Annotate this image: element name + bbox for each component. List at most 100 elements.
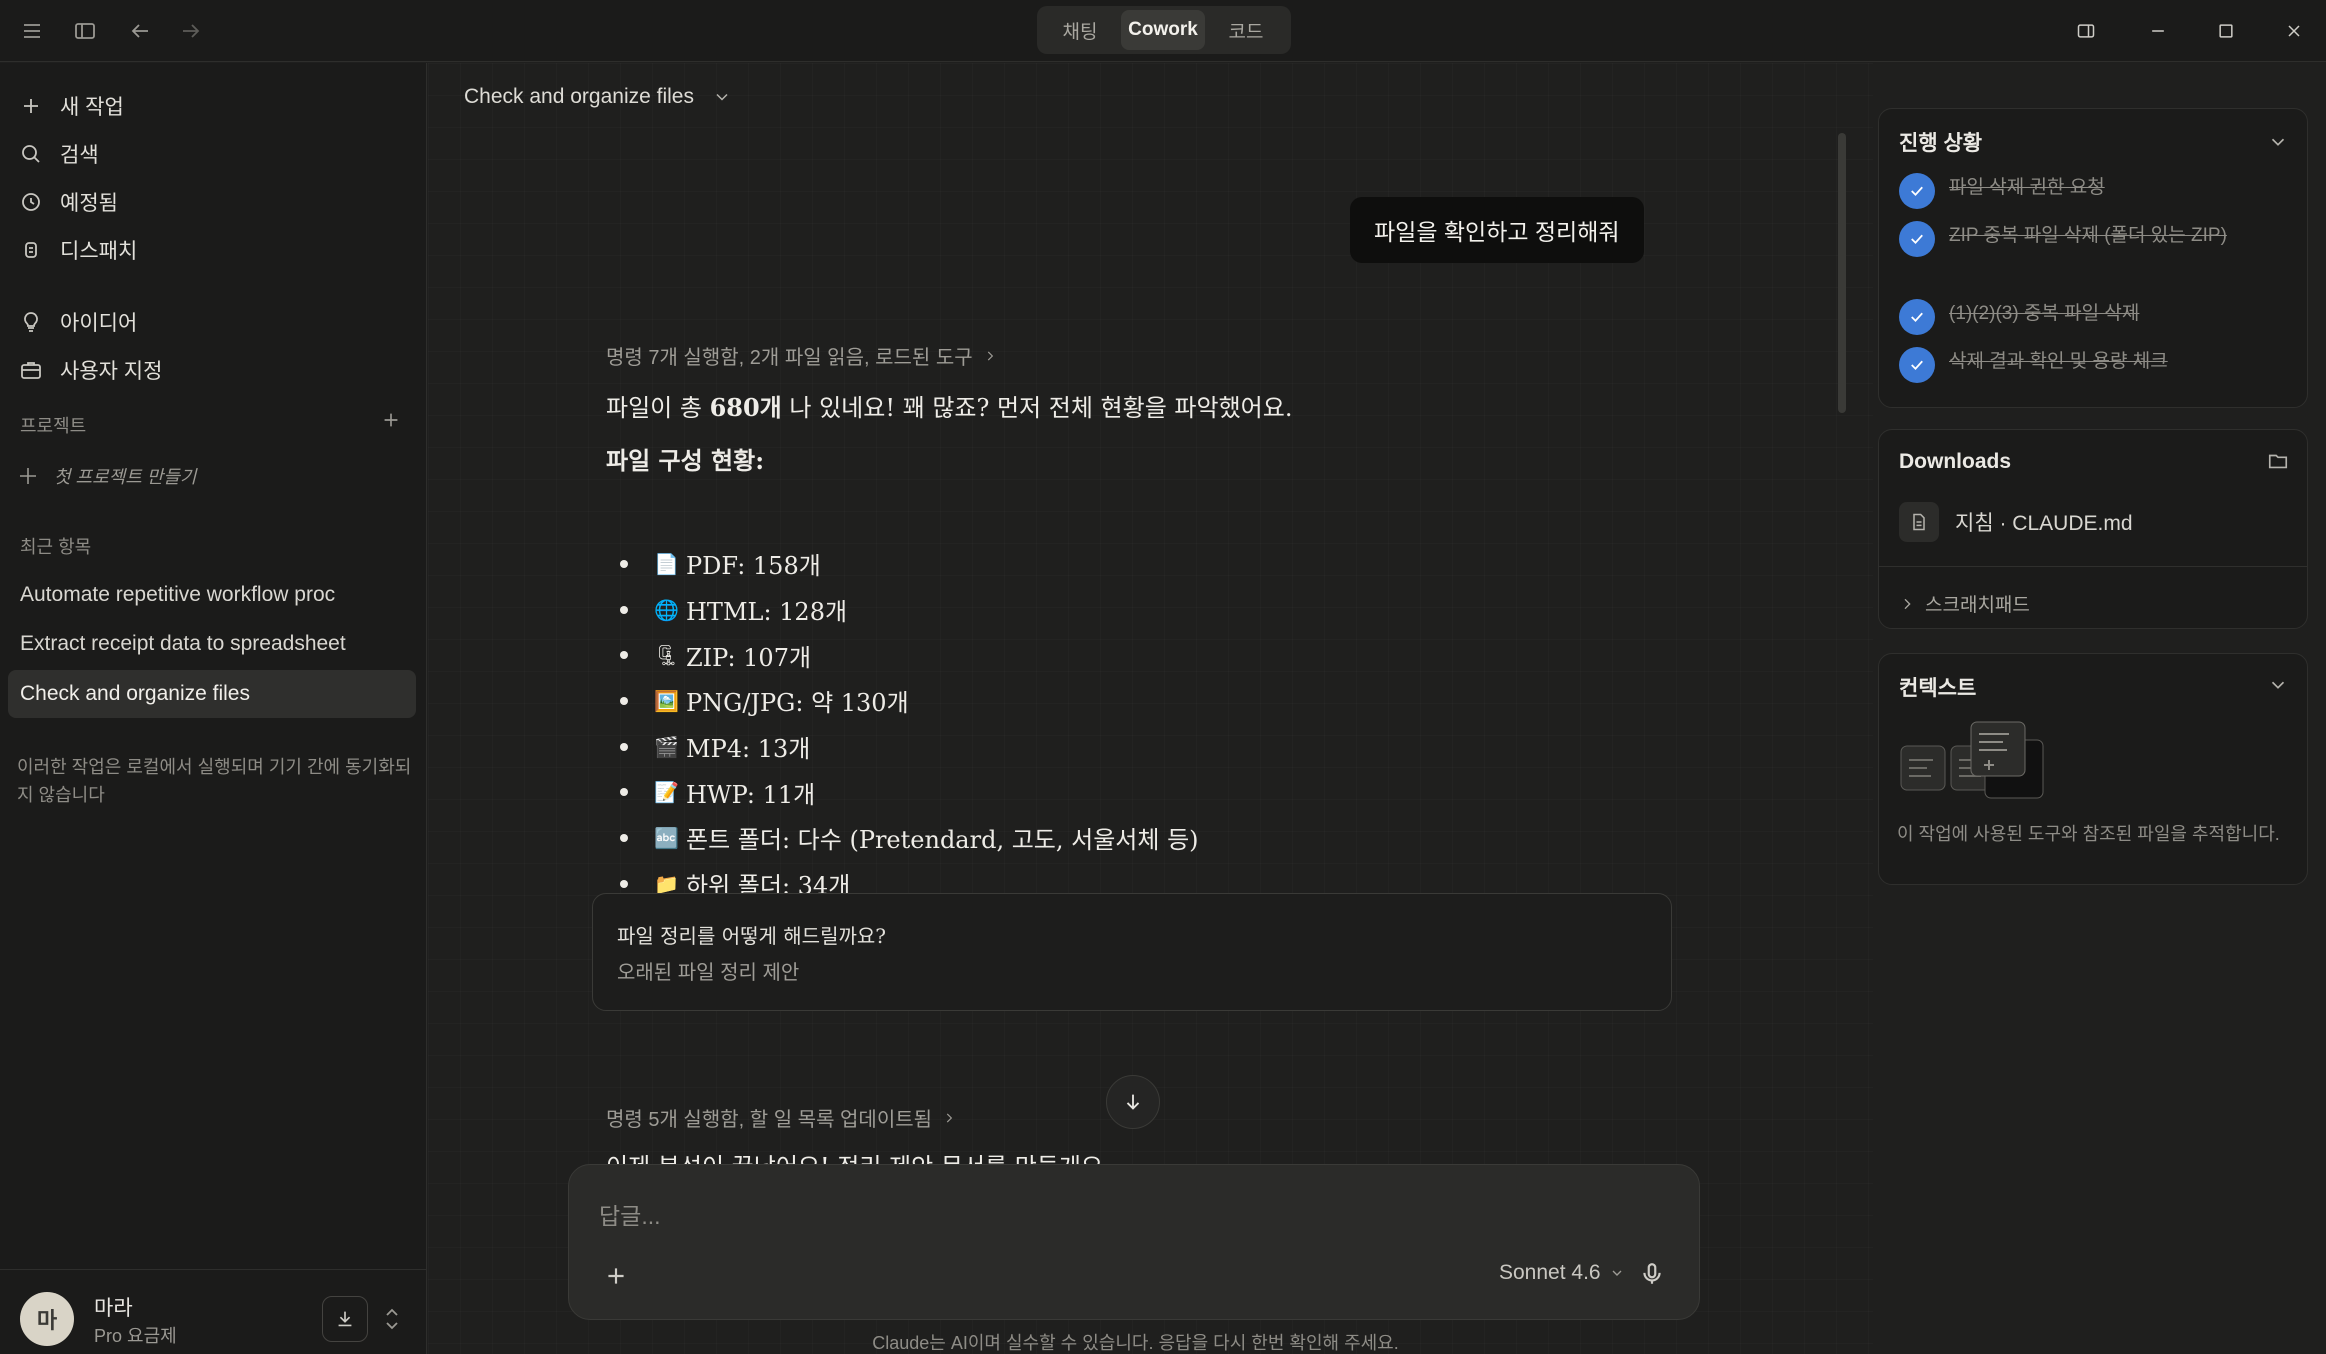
sidebar-item-label: 아이디어 xyxy=(60,312,138,335)
list-item: 🌐 HTML: 128개 xyxy=(606,587,1199,633)
forward-arrow-icon[interactable] xyxy=(174,14,208,48)
downloads-card: Downloads 지침 · CLAUDE.md 스크래치패드 xyxy=(1878,429,2308,629)
avatar[interactable]: 마 xyxy=(20,1292,74,1346)
tab-chat[interactable]: 채팅 xyxy=(1041,10,1119,50)
sidebar-item-search[interactable]: 검색 xyxy=(16,134,99,174)
list-item: 📝 HWP: 11개 xyxy=(606,769,1199,815)
reply-composer[interactable]: 답글... Sonnet 4.6 xyxy=(568,1164,1700,1320)
sidebar-item-dispatch[interactable]: 디스패치 xyxy=(16,230,137,270)
model-selector[interactable]: Sonnet 4.6 xyxy=(1499,1261,1625,1285)
user-plan: Pro 요금제 xyxy=(94,1326,177,1346)
font-icon: 🔤 xyxy=(654,825,679,850)
question-answer: 오래된 파일 정리 제안 xyxy=(617,962,800,984)
briefcase-icon xyxy=(16,355,46,385)
lightbulb-icon xyxy=(16,307,46,337)
clapper-icon: 🎬 xyxy=(654,734,679,759)
sidebar-item-label: 디스패치 xyxy=(60,240,138,263)
progress-step: 삭제 결과 확인 및 용량 체크 xyxy=(1899,347,2239,383)
chevron-up-down-icon[interactable] xyxy=(380,1306,404,1332)
recent-item-active[interactable]: Check and organize files xyxy=(8,670,416,718)
progress-step: ZIP 중복 파일 삭제 (폴더 있는 ZIP) xyxy=(1899,221,2239,257)
menu-icon[interactable] xyxy=(15,14,49,48)
scroll-to-bottom-button[interactable] xyxy=(1106,1075,1160,1129)
context-description: 이 작업에 사용된 도구와 참조된 파일을 추적합니다. xyxy=(1897,824,2280,844)
sidebar-item-new-task[interactable]: 새 작업 xyxy=(16,86,124,126)
tool-summary-toggle[interactable]: 명령 5개 실행함, 할 일 목록 업데이트됨 xyxy=(606,1103,956,1132)
tool-summary-toggle[interactable]: 명령 7개 실행함, 2개 파일 읽음, 로드된 도구 xyxy=(606,341,997,370)
reply-input[interactable]: 답글... xyxy=(599,1197,661,1231)
question-card[interactable]: 파일 정리를 어떻게 해드릴까요? 오래된 파일 정리 제안 xyxy=(592,893,1672,1011)
projects-heading: 프로젝트 xyxy=(20,416,87,436)
plus-icon xyxy=(16,91,46,121)
recent-item[interactable]: Extract receipt data to spreadsheet xyxy=(8,620,416,668)
recent-heading: 최근 항목 xyxy=(20,537,92,557)
tab-cowork[interactable]: Cowork xyxy=(1121,10,1205,50)
attach-icon[interactable] xyxy=(603,1263,633,1293)
list-item: 🔤 폰트 폴더: 다수 (Pretendard, 고도, 서울서체 등) xyxy=(606,815,1199,861)
plus-icon xyxy=(16,464,40,488)
context-illustration xyxy=(1900,721,2044,799)
close-icon[interactable] xyxy=(2274,12,2314,50)
user-name: 마라 xyxy=(94,1297,133,1320)
context-card: 컨텍스트 이 작업에 사용된 도구와 참조된 파일을 추적합니다. xyxy=(1878,653,2308,885)
add-project-icon[interactable] xyxy=(380,409,404,433)
downloads-title: Downloads xyxy=(1899,450,2012,473)
progress-step: (1)(2)(3) 중복 파일 삭제 xyxy=(1899,299,2239,335)
back-arrow-icon[interactable] xyxy=(123,14,157,48)
checkmark-icon xyxy=(1899,299,1935,335)
sidebar-item-label: 검색 xyxy=(60,144,99,167)
download-button[interactable] xyxy=(322,1296,368,1342)
context-title: 컨텍스트 xyxy=(1899,677,1977,700)
clock-icon xyxy=(16,187,46,217)
file-item[interactable]: 지침 · CLAUDE.md xyxy=(1899,502,2133,542)
progress-step: 파일 삭제 권한 요청 xyxy=(1899,173,2239,209)
task-title-dropdown[interactable]: Check and organize files xyxy=(464,85,732,109)
sidebar: 새 작업 검색 예정됨 디스패치 아이디어 사용자 지정 프로젝트 첫 프로젝트… xyxy=(0,63,427,1354)
dispatch-icon xyxy=(16,235,46,265)
list-item: 🎬 MP4: 13개 xyxy=(606,724,1199,770)
search-icon xyxy=(16,139,46,169)
new-project-link[interactable]: 첫 프로젝트 만들기 xyxy=(16,463,196,489)
sidebar-toggle-icon[interactable] xyxy=(68,14,102,48)
sidebar-item-scheduled[interactable]: 예정됨 xyxy=(16,182,118,222)
panel-toggle-icon[interactable] xyxy=(2066,12,2106,50)
disclaimer: Claude는 AI이며 실수할 수 있습니다. 응답을 다시 한번 확인해 주… xyxy=(872,1333,1399,1353)
mode-switcher: 채팅 Cowork 코드 xyxy=(1037,6,1291,54)
recent-item[interactable]: Automate repetitive workflow proc xyxy=(8,571,416,619)
sidebar-item-ideas[interactable]: 아이디어 xyxy=(16,302,137,342)
clamp-icon: 🗜 xyxy=(654,643,680,668)
maximize-icon[interactable] xyxy=(2206,12,2246,50)
checkmark-icon xyxy=(1899,347,1935,383)
user-menu[interactable]: 마 마라 Pro 요금제 xyxy=(0,1269,427,1354)
checkmark-icon xyxy=(1899,221,1935,257)
folder-icon[interactable] xyxy=(2267,450,2289,472)
user-message: 파일을 확인하고 정리해줘 xyxy=(1350,197,1644,263)
list-item: 📄 PDF: 158개 xyxy=(606,541,1199,587)
microphone-icon[interactable] xyxy=(1639,1261,1669,1291)
chevron-down-icon[interactable] xyxy=(2267,674,2289,696)
sidebar-item-customize[interactable]: 사용자 지정 xyxy=(16,350,162,390)
title-bar: 채팅 Cowork 코드 xyxy=(0,0,2326,62)
assistant-message: 파일이 총 680개 나 있네요! 꽤 많죠? 먼저 전체 현황을 파악했어요. xyxy=(606,393,1293,422)
chevron-down-icon[interactable] xyxy=(2267,131,2289,153)
tab-code[interactable]: 코드 xyxy=(1207,10,1285,50)
file-icon xyxy=(1899,502,1939,542)
arrow-down-icon xyxy=(1126,1094,1140,1110)
chevron-down-icon xyxy=(716,93,728,101)
sync-note: 이러한 작업은 로컬에서 실행되며 기기 간에 동기화되지 않습니다 xyxy=(17,757,412,805)
sidebar-item-label: 예정됨 xyxy=(60,192,118,215)
composition-heading: 파일 구성 현황: xyxy=(606,446,765,475)
progress-title: 진행 상황 xyxy=(1899,132,1983,155)
list-item: 🖼️ PNG/JPG: 약 130개 xyxy=(606,678,1199,724)
chevron-down-icon xyxy=(1612,1270,1622,1276)
conversation-area: Check and organize files 파일을 확인하고 정리해줘 명… xyxy=(428,63,1873,1354)
list-item: 🗜 ZIP: 107개 xyxy=(606,632,1199,678)
globe-icon: 🌐 xyxy=(654,597,679,622)
minimize-icon[interactable] xyxy=(2138,12,2178,50)
sidebar-item-label: 새 작업 xyxy=(60,96,124,119)
scrollbar[interactable] xyxy=(1838,133,1846,413)
document-icon: 📄 xyxy=(654,551,679,576)
memo-icon: 📝 xyxy=(654,780,679,805)
right-panel: 진행 상황 파일 삭제 권한 요청 ZIP 중복 파일 삭제 (폴더 있는 ZI… xyxy=(1874,63,2326,1354)
scratchpad-toggle[interactable]: 스크래치패드 xyxy=(1899,590,2030,617)
